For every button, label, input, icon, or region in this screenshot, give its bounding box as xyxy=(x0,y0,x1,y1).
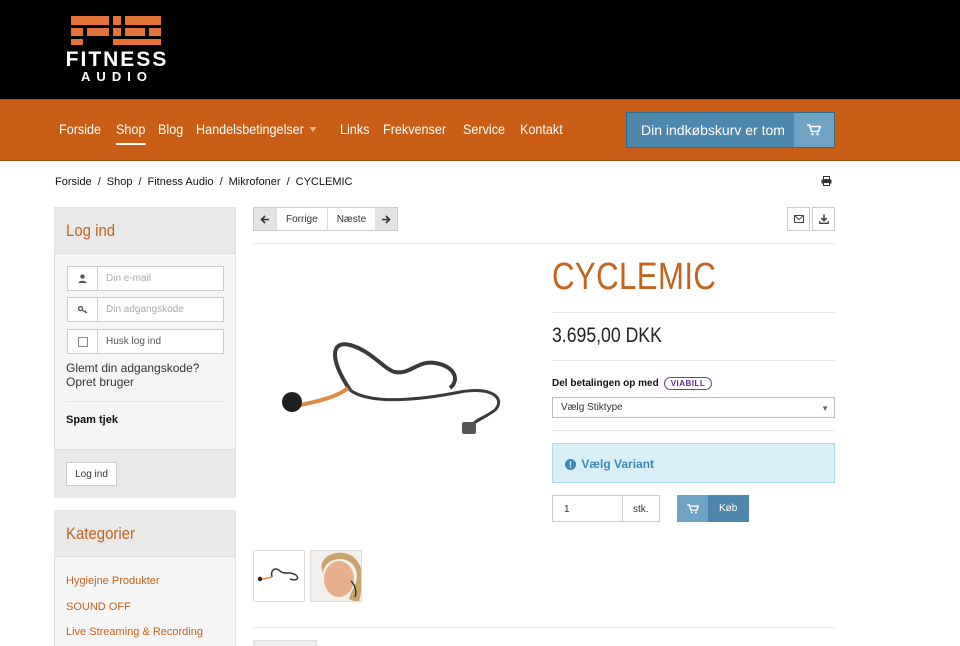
password-placeholder: Din adgangskode xyxy=(106,304,184,315)
login-button[interactable]: Log ind xyxy=(66,462,117,486)
site-header: FITNESS AUDIO xyxy=(0,0,960,99)
product-thumbnail-1[interactable] xyxy=(253,550,305,602)
nav-item-links[interactable]: Links xyxy=(340,121,369,137)
product-thumbnail-2[interactable] xyxy=(310,550,362,602)
category-list: Hygiejne Produkter SOUND OFF Live Stream… xyxy=(55,557,235,646)
print-icon[interactable] xyxy=(821,176,832,189)
variant-alert-text: Vælg Variant xyxy=(581,457,655,471)
arrow-right-icon[interactable] xyxy=(375,208,398,230)
viabill-badge[interactable]: VIABILL xyxy=(663,377,713,390)
shopping-cart-icon xyxy=(677,495,708,522)
login-title-text: Log ind xyxy=(66,221,116,240)
previous-product-button[interactable]: Forrige xyxy=(276,208,327,230)
nav-item-handelsbetingelser-label: Handelsbetingelser xyxy=(196,121,305,137)
main-nav: Forside Shop Blog Handelsbetingelser Lin… xyxy=(0,99,960,161)
envelope-icon[interactable] xyxy=(787,207,810,231)
breadcrumb-separator: / xyxy=(219,176,223,188)
divider xyxy=(253,243,835,244)
nav-item-blog[interactable]: Blog xyxy=(158,121,183,137)
financing-info: Del betalingen op med VIABILL xyxy=(552,377,713,390)
breadcrumb-item-forside[interactable]: Forside xyxy=(55,176,92,188)
categories-panel-title: Kategorier xyxy=(55,511,235,557)
caret-down-icon xyxy=(309,126,317,132)
nav-item-handelsbetingelser[interactable]: Handelsbetingelser xyxy=(196,121,317,137)
register-link[interactable]: Opret bruger xyxy=(66,375,199,389)
quantity-input[interactable]: 1 xyxy=(553,496,623,521)
breadcrumb-separator: / xyxy=(138,176,142,188)
email-field[interactable]: Din e-mail xyxy=(67,266,224,291)
breadcrumb-item-current: CYCLEMIC xyxy=(295,176,353,188)
nav-item-shop[interactable]: Shop xyxy=(115,121,145,145)
cart-button[interactable]: Din indkøbskurv er tom xyxy=(626,112,835,148)
fitness-audio-logo[interactable]: FITNESS AUDIO xyxy=(53,15,183,84)
nav-item-frekvenser[interactable]: Frekvenser xyxy=(383,121,446,137)
login-panel-footer: Log ind xyxy=(55,449,235,498)
connector-type-select[interactable]: Vælg Stiktype ▼ xyxy=(552,397,835,418)
breadcrumb-separator: / xyxy=(97,176,101,188)
next-product-button[interactable]: Næste xyxy=(326,208,375,230)
shopping-cart-icon[interactable] xyxy=(794,113,834,147)
cart-label: Din indkøbskurv er tom xyxy=(641,122,785,138)
categories-panel: Kategorier Hygiejne Produkter SOUND OFF … xyxy=(54,510,236,646)
breadcrumb-item-shop[interactable]: Shop xyxy=(107,176,133,188)
remember-me-checkbox-wrap xyxy=(68,330,98,353)
spam-check-label: Spam tjek xyxy=(66,414,118,426)
login-links: Glemt din adgangskode? Opret bruger xyxy=(66,361,199,389)
categories-title-text: Kategorier xyxy=(66,524,136,543)
remember-me-label: Husk log ind xyxy=(106,336,162,347)
buy-button[interactable]: Køb xyxy=(677,495,749,522)
variant-alert: Vælg Variant xyxy=(552,443,835,483)
divider xyxy=(253,627,835,628)
nav-item-service[interactable]: Service xyxy=(463,121,505,137)
breadcrumb-item-mikrofoner[interactable]: Mikrofoner xyxy=(229,176,281,188)
connector-type-select-value: Vælg Stiktype xyxy=(561,402,623,413)
quantity-group: 1 stk. xyxy=(552,495,660,522)
divider xyxy=(552,312,835,313)
breadcrumb-separator: / xyxy=(286,176,290,188)
remember-me-checkbox[interactable] xyxy=(77,336,88,347)
quantity-unit: stk. xyxy=(633,504,649,515)
chevron-down-icon: ▼ xyxy=(821,404,829,413)
product-pager: Forrige Næste xyxy=(253,207,399,231)
nav-menu: Forside Shop Blog Handelsbetingelser Lin… xyxy=(59,121,577,145)
product-image[interactable] xyxy=(260,300,530,470)
buy-button-label: Køb xyxy=(719,503,738,514)
breadcrumb-item-fitness-audio[interactable]: Fitness Audio xyxy=(148,176,214,188)
user-icon xyxy=(68,267,98,290)
key-icon xyxy=(68,298,98,321)
download-icon[interactable] xyxy=(812,207,835,231)
divider xyxy=(552,360,835,361)
financing-label: Del betalingen op med xyxy=(552,378,659,389)
nav-item-forside[interactable]: Forside xyxy=(59,121,101,137)
arrow-left-icon[interactable] xyxy=(254,208,276,230)
product-tab[interactable] xyxy=(253,640,317,646)
forgot-password-link[interactable]: Glemt din adgangskode? xyxy=(66,361,199,375)
logo-text-audio: AUDIO xyxy=(81,69,153,84)
divider xyxy=(552,430,835,431)
logo-mark xyxy=(71,16,161,45)
remember-me-field: Husk log ind xyxy=(67,329,224,354)
category-item[interactable]: Hygiejne Produkter xyxy=(66,575,235,601)
category-item[interactable]: Live Streaming & Recording xyxy=(66,626,235,646)
divider xyxy=(66,401,225,402)
email-placeholder: Din e-mail xyxy=(106,273,152,284)
product-price: 3.695,00 DKK xyxy=(552,324,662,347)
product-title: CYCLEMIC xyxy=(552,256,717,298)
login-panel: Log ind Din e-mail Din adgangskode Husk … xyxy=(54,207,236,498)
category-item[interactable]: SOUND OFF xyxy=(66,601,235,627)
login-panel-title: Log ind xyxy=(55,208,235,254)
breadcrumb: Forside / Shop / Fitness Audio / Mikrofoner… xyxy=(55,176,353,188)
nav-item-kontakt[interactable]: Kontakt xyxy=(520,121,563,137)
info-circle-icon xyxy=(565,459,576,473)
password-field[interactable]: Din adgangskode xyxy=(67,297,224,322)
